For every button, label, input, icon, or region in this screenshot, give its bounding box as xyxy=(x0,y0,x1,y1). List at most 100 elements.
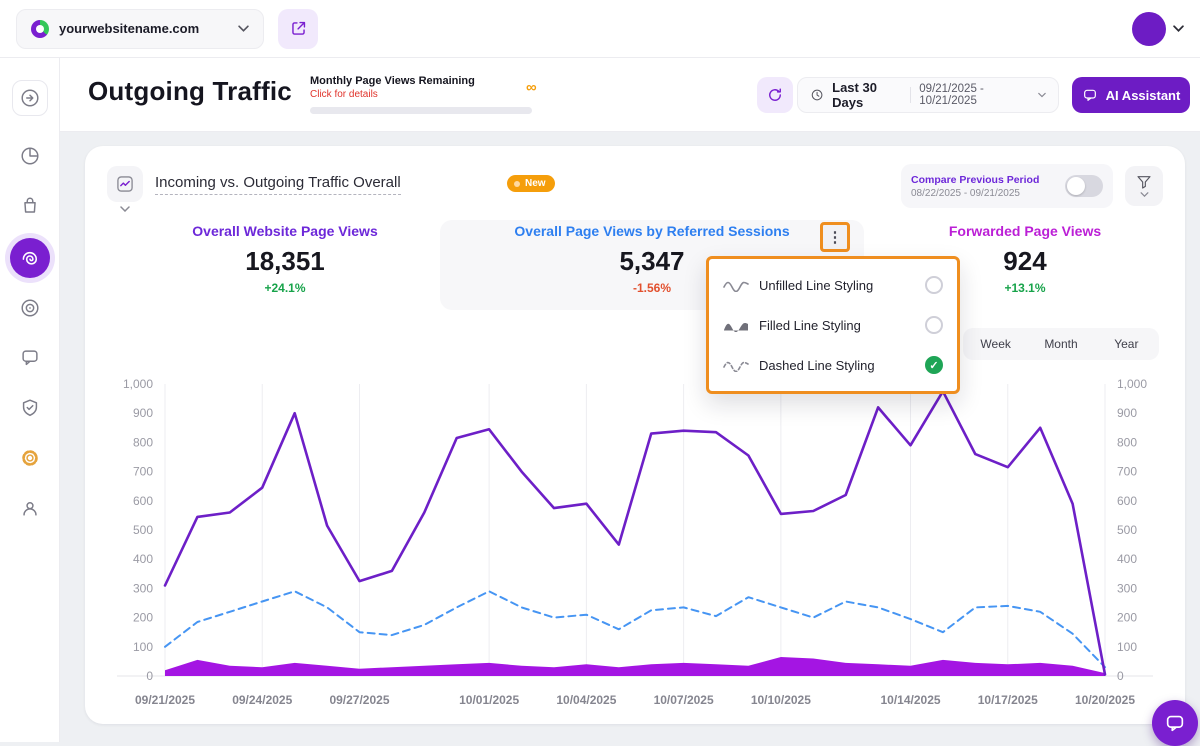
sidebar-item-support[interactable] xyxy=(12,490,48,526)
svg-text:10/04/2025: 10/04/2025 xyxy=(556,693,616,707)
svg-text:400: 400 xyxy=(1117,552,1137,566)
monthly-views-label: Monthly Page Views Remaining xyxy=(310,75,475,87)
line-style-menu: Unfilled Line Styling Filled Line Stylin… xyxy=(706,256,960,394)
menu-item-label: Dashed Line Styling xyxy=(759,357,875,373)
unfilled-line-icon xyxy=(723,281,749,292)
chat-fab-button[interactable] xyxy=(1152,700,1198,746)
sidebar-item-security[interactable] xyxy=(12,390,48,426)
filled-line-icon xyxy=(724,323,748,332)
svg-text:100: 100 xyxy=(1117,640,1137,654)
target-icon xyxy=(20,299,39,317)
traffic-card: Incoming vs. Outgoing Traffic Overall Ne… xyxy=(85,146,1185,724)
menu-item-label: Filled Line Styling xyxy=(759,317,861,333)
svg-text:1,000: 1,000 xyxy=(1117,377,1147,391)
compare-label: Compare Previous Period xyxy=(911,173,1040,186)
svg-text:10/17/2025: 10/17/2025 xyxy=(978,693,1038,707)
compare-toggle[interactable] xyxy=(1065,175,1103,197)
radio-unfilled[interactable] xyxy=(925,276,943,294)
svg-text:0: 0 xyxy=(1117,669,1124,683)
shopping-bag-icon xyxy=(23,197,36,213)
line-style-menu-button[interactable]: ⋮ xyxy=(820,222,850,252)
toggle-knob xyxy=(1067,177,1085,195)
spiral-traffic-icon xyxy=(22,251,37,265)
monthly-page-views[interactable]: Monthly Page Views Remaining Click for d… xyxy=(310,75,550,114)
new-badge: New xyxy=(507,175,555,192)
svg-text:100: 100 xyxy=(133,640,153,654)
stat-overall-page-views: Overall Website Page Views 18,351 +24.1% xyxy=(125,223,445,295)
svg-text:10/14/2025: 10/14/2025 xyxy=(880,693,940,707)
chat-icon xyxy=(1166,715,1184,732)
period-tabs: Week Month Year xyxy=(963,328,1159,360)
chevron-down-icon xyxy=(1173,25,1184,32)
date-range-picker[interactable]: Last 30 Days 09/21/2025 - 10/21/2025 xyxy=(797,77,1059,113)
filter-button[interactable] xyxy=(1125,166,1163,206)
refresh-button[interactable] xyxy=(757,77,793,113)
traffic-chart[interactable]: 0 0 100 100 200 200 300 300 400 400 500 500 600 600 70… xyxy=(103,374,1167,714)
sidebar-item-getting-started[interactable] xyxy=(11,80,48,116)
svg-text:800: 800 xyxy=(133,435,153,449)
sidebar-item-orders[interactable] xyxy=(12,188,48,224)
site-selector[interactable]: yourwebsitename.com xyxy=(16,8,264,49)
infinity-icon: ∞ xyxy=(526,79,537,96)
svg-text:500: 500 xyxy=(133,523,153,537)
svg-text:900: 900 xyxy=(133,406,153,420)
svg-text:300: 300 xyxy=(1117,581,1137,595)
chevron-down-icon xyxy=(238,25,249,32)
svg-text:0: 0 xyxy=(146,669,153,683)
sidebar-item-targets[interactable] xyxy=(12,290,48,326)
svg-text:400: 400 xyxy=(133,552,153,566)
tab-month[interactable]: Month xyxy=(1028,337,1093,351)
svg-text:1,000: 1,000 xyxy=(123,377,153,391)
account-menu[interactable] xyxy=(1132,11,1184,46)
radio-filled[interactable] xyxy=(925,316,943,334)
site-logo-icon xyxy=(31,19,49,38)
main-content: Incoming vs. Outgoing Traffic Overall Ne… xyxy=(60,132,1200,742)
chat-bubble-icon xyxy=(21,350,38,366)
funnel-icon xyxy=(1137,176,1151,189)
sidebar-item-outgoing-traffic[interactable] xyxy=(9,238,50,278)
avatar xyxy=(1132,11,1166,46)
sidebar-item-messages[interactable] xyxy=(12,340,48,376)
svg-text:700: 700 xyxy=(1117,465,1137,479)
menu-item-label: Unfilled Line Styling xyxy=(759,277,874,293)
chat-icon xyxy=(1083,89,1096,101)
range-dates: 09/21/2025 - 10/21/2025 xyxy=(919,83,984,107)
svg-text:10/07/2025: 10/07/2025 xyxy=(654,693,714,707)
menu-item-unfilled[interactable]: Unfilled Line Styling xyxy=(709,265,957,305)
dashed-line-icon xyxy=(723,361,749,372)
ai-assistant-button[interactable]: AI Assistant xyxy=(1072,77,1190,113)
range-preset: Last 30 Days xyxy=(832,80,877,110)
menu-item-dashed[interactable]: Dashed Line Styling xyxy=(709,345,957,385)
open-site-button[interactable] xyxy=(278,8,318,49)
shield-check-icon xyxy=(22,399,37,417)
svg-text:10/20/2025: 10/20/2025 xyxy=(1075,693,1135,707)
sidebar-item-settings[interactable] xyxy=(12,440,48,476)
ai-assistant-label: AI Assistant xyxy=(1105,87,1181,103)
svg-text:600: 600 xyxy=(133,494,153,508)
sidebar-item-analytics[interactable] xyxy=(12,138,48,174)
svg-text:900: 900 xyxy=(1117,406,1137,420)
gear-icon xyxy=(21,450,38,466)
chart-canvas: 0 0 100 100 200 200 300 300 400 400 500 500 600 600 70… xyxy=(117,377,1153,707)
svg-text:10/01/2025: 10/01/2025 xyxy=(459,693,519,707)
tab-year[interactable]: Year xyxy=(1094,337,1159,351)
chevron-down-icon xyxy=(1140,192,1148,197)
tab-week[interactable]: Week xyxy=(963,337,1028,351)
chevron-down-icon[interactable] xyxy=(120,206,130,212)
svg-text:800: 800 xyxy=(1117,435,1137,449)
monthly-views-details-link[interactable]: Click for details xyxy=(310,89,550,100)
clock-icon xyxy=(811,89,823,101)
page-header: Outgoing Traffic Monthly Page Views Rema… xyxy=(60,58,1200,132)
refresh-icon xyxy=(769,88,781,101)
compare-previous-period: Compare Previous Period 08/22/2025 - 09/… xyxy=(901,164,1113,208)
arrow-circle-icon xyxy=(20,89,39,107)
stat-label-2: Forwarded Page Views xyxy=(948,223,1102,239)
svg-text:200: 200 xyxy=(133,611,153,625)
line-chart-icon xyxy=(117,176,133,192)
stat-label-0: Overall Website Page Views xyxy=(192,223,378,239)
person-icon xyxy=(22,502,37,516)
menu-item-filled[interactable]: Filled Line Styling xyxy=(709,305,957,345)
monthly-views-progressbar xyxy=(310,107,532,114)
card-icon-button[interactable] xyxy=(107,166,143,202)
radio-dashed[interactable] xyxy=(925,356,943,374)
